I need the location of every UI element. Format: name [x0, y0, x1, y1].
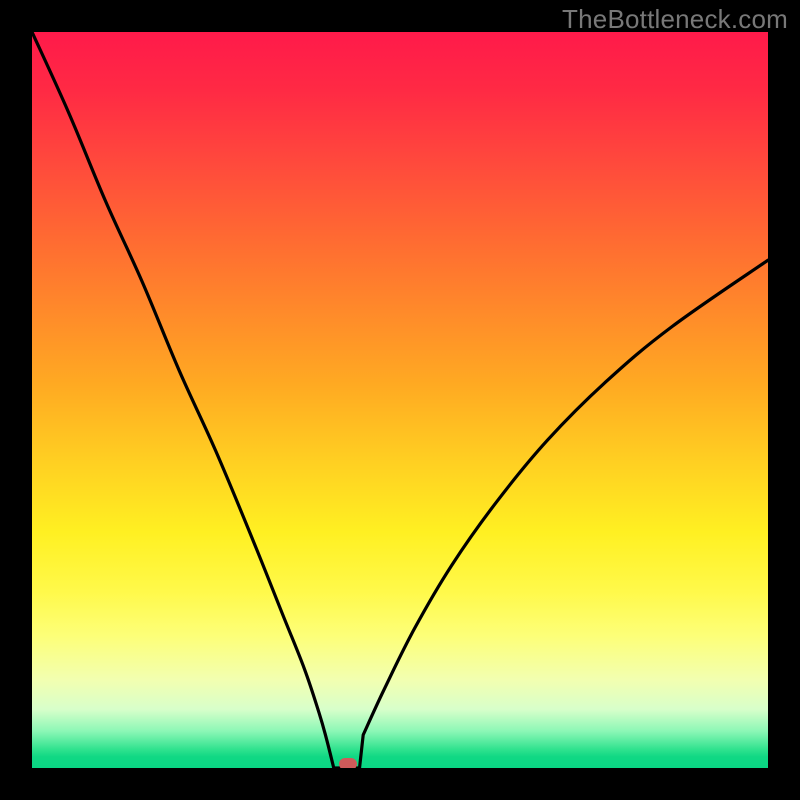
curve-layer: [32, 32, 768, 768]
plot-area: [32, 32, 768, 768]
chart-frame: TheBottleneck.com: [0, 0, 800, 800]
bottleneck-curve-path: [32, 32, 768, 768]
minimum-marker: [339, 758, 357, 768]
watermark-text: TheBottleneck.com: [562, 4, 788, 35]
